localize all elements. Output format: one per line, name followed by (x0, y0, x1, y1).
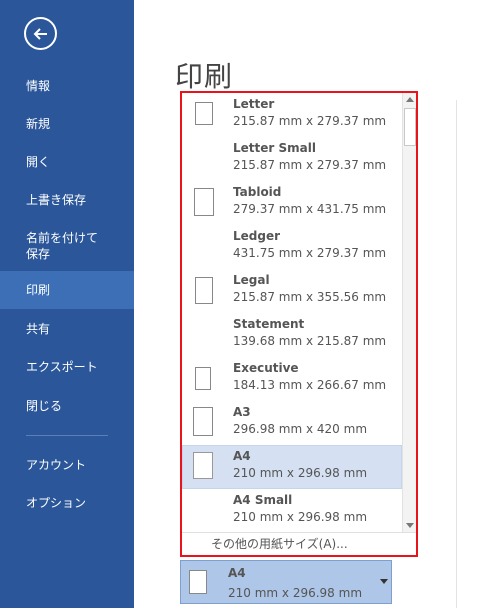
paper-name: Ledger (233, 229, 281, 243)
nav-account[interactable]: アカウント (0, 457, 134, 473)
triangle-up-icon (406, 97, 414, 102)
nav-new[interactable]: 新規 (0, 116, 134, 132)
paper-portrait-icon (193, 452, 213, 479)
list-scrollbar[interactable] (402, 93, 416, 532)
nav-save-as[interactable]: 名前を付けて 保存 (0, 230, 134, 262)
nav-open[interactable]: 開く (0, 154, 134, 170)
paper-portrait-icon (195, 367, 211, 390)
paper-portrait-icon (193, 407, 213, 436)
back-button[interactable] (24, 17, 57, 50)
paper-option-legal[interactable]: Legal 215.87 mm x 355.56 mm (182, 269, 402, 313)
paper-name: A4 (233, 449, 251, 463)
paper-option-letter[interactable]: Letter 215.87 mm x 279.37 mm (182, 93, 402, 137)
arrow-left-icon (33, 28, 47, 40)
paper-option-a4-small[interactable]: A4 Small 210 mm x 296.98 mm (182, 489, 402, 532)
triangle-down-icon (406, 523, 414, 528)
nav-options[interactable]: オプション (0, 495, 134, 511)
nav-print[interactable]: 印刷 (0, 271, 134, 309)
selected-paper-name: A4 (228, 566, 246, 580)
paper-name: Legal (233, 273, 270, 287)
paper-name: Letter (233, 97, 275, 111)
paper-name: A4 Small (233, 493, 293, 507)
paper-dimensions: 139.68 mm x 215.87 mm (233, 334, 387, 348)
paper-dimensions: 215.87 mm x 279.37 mm (233, 114, 387, 128)
paper-portrait-icon (194, 188, 214, 216)
paper-option-letter-small[interactable]: Letter Small 215.87 mm x 279.37 mm (182, 137, 402, 181)
paper-portrait-icon (195, 277, 213, 304)
paper-size-select[interactable]: A4 210 mm x 296.98 mm (180, 560, 392, 604)
paper-option-statement[interactable]: Statement 139.68 mm x 215.87 mm (182, 313, 402, 357)
nav-save[interactable]: 上書き保存 (0, 192, 134, 208)
paper-dimensions: 215.87 mm x 355.56 mm (233, 290, 387, 304)
paper-dimensions: 279.37 mm x 431.75 mm (233, 202, 387, 216)
nav-divider (26, 435, 108, 436)
nav-share[interactable]: 共有 (0, 321, 134, 337)
paper-name: A3 (233, 405, 251, 419)
chevron-down-icon (380, 579, 388, 584)
paper-dimensions: 184.13 mm x 266.67 mm (233, 378, 387, 392)
paper-name: Statement (233, 317, 305, 331)
nav-close[interactable]: 閉じる (0, 398, 134, 414)
more-paper-sizes-link[interactable]: その他の用紙サイズ(A)... (182, 532, 416, 555)
paper-name: Executive (233, 361, 299, 375)
paper-portrait-icon (195, 102, 213, 125)
paper-option-a3[interactable]: A3 296.98 mm x 420 mm (182, 401, 402, 445)
paper-size-dropdown: Letter 215.87 mm x 279.37 mm Letter Smal… (180, 91, 418, 557)
paper-option-tabloid[interactable]: Tabloid 279.37 mm x 431.75 mm (182, 181, 402, 225)
paper-option-a4[interactable]: A4 210 mm x 296.98 mm (182, 445, 402, 489)
nav-export[interactable]: エクスポート (0, 359, 134, 375)
paper-dimensions: 296.98 mm x 420 mm (233, 422, 368, 436)
page-title: 印刷 (175, 60, 234, 93)
nav-info[interactable]: 情報 (0, 78, 134, 94)
scroll-down-button[interactable] (403, 518, 417, 532)
paper-dimensions: 215.87 mm x 279.37 mm (233, 158, 387, 172)
paper-name: Letter Small (233, 141, 316, 155)
paper-option-executive[interactable]: Executive 184.13 mm x 266.67 mm (182, 357, 402, 401)
paper-option-ledger[interactable]: Ledger 431.75 mm x 279.37 mm (182, 225, 402, 269)
selected-paper-dimensions: 210 mm x 296.98 mm (228, 586, 363, 600)
paper-dimensions: 431.75 mm x 279.37 mm (233, 246, 387, 260)
paper-portrait-icon (189, 570, 207, 594)
scroll-thumb[interactable] (404, 108, 416, 146)
paper-name: Tabloid (233, 185, 282, 199)
paper-dimensions: 210 mm x 296.98 mm (233, 466, 368, 480)
paper-dimensions: 210 mm x 296.98 mm (233, 510, 368, 524)
panel-divider (456, 100, 457, 608)
paper-size-list: Letter 215.87 mm x 279.37 mm Letter Smal… (182, 93, 402, 532)
backstage-sidebar: 情報 新規 開く 上書き保存 名前を付けて 保存 印刷 共有 エクスポート 閉じ… (0, 0, 134, 608)
scroll-up-button[interactable] (403, 93, 417, 107)
